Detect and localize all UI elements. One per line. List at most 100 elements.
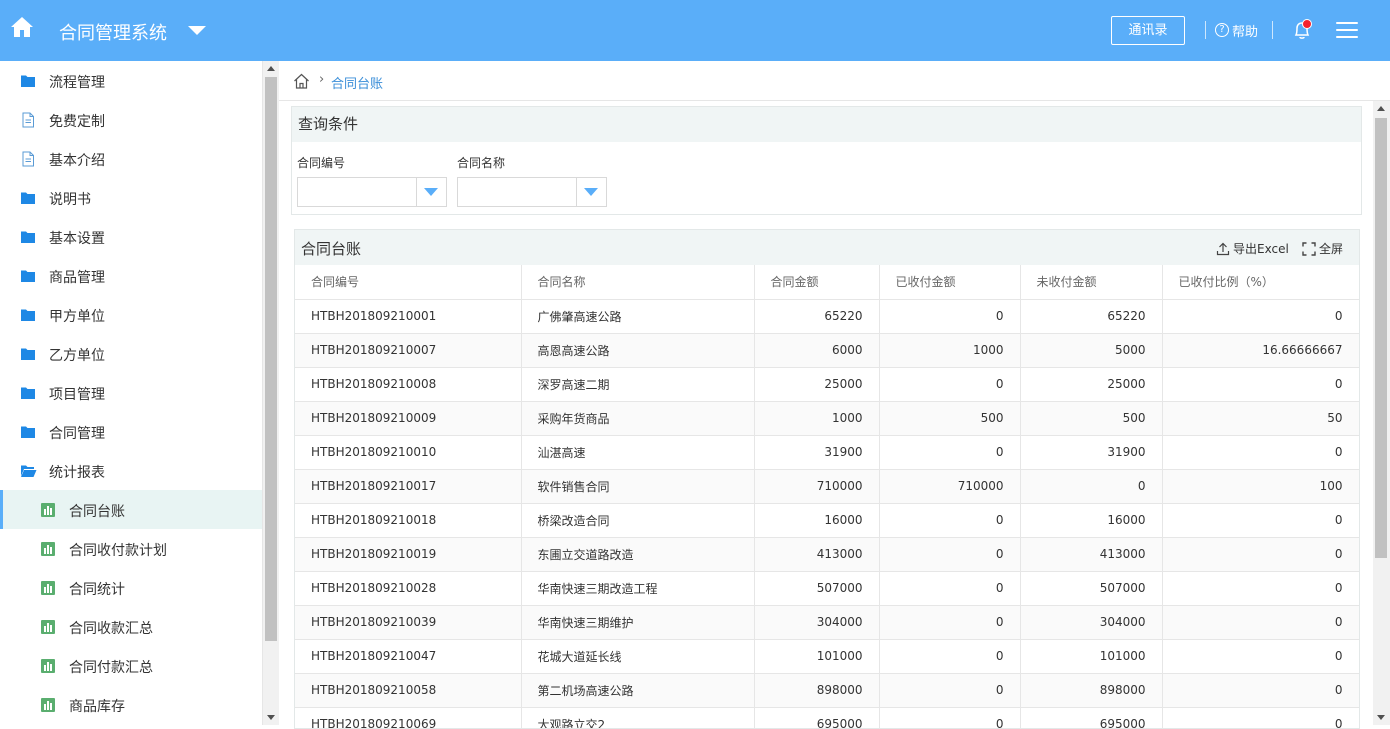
table-cell: 65220 xyxy=(754,299,880,334)
title-dropdown-icon[interactable] xyxy=(188,26,206,35)
table-cell: 0 xyxy=(879,299,1021,334)
scroll-up-icon[interactable] xyxy=(267,66,275,71)
table-cell: 101000 xyxy=(754,639,880,674)
sidebar-scrollbar[interactable] xyxy=(262,61,279,725)
column-header[interactable]: 合同金额 xyxy=(754,265,880,300)
breadcrumb-home-icon[interactable] xyxy=(293,73,310,89)
table-row[interactable]: HTBH201809210001 广佛肇高速公路 65220 0 65220 0 xyxy=(295,299,1359,334)
table-row[interactable]: HTBH201809210069 大观路立交2 695000 0 695000 0 xyxy=(295,707,1359,728)
table-row[interactable]: HTBH201809210039 华南快速三期维护 304000 0 304000 0 xyxy=(295,605,1359,640)
table-cell: 0 xyxy=(1162,571,1359,606)
table-cell: 桥梁改造合同 xyxy=(521,503,755,538)
table-row[interactable]: HTBH201809210008 深罗高速二期 25000 0 25000 0 xyxy=(295,367,1359,402)
table-row[interactable]: HTBH201809210058 第二机场高速公路 898000 0 898000 0 xyxy=(295,673,1359,708)
dropdown-arrow-icon[interactable] xyxy=(416,178,446,206)
table-cell: 0 xyxy=(879,503,1021,538)
table-cell: 0 xyxy=(1162,639,1359,674)
scroll-down-icon[interactable] xyxy=(267,715,275,720)
sidebar-item-label: 基本设置 xyxy=(49,231,105,247)
table-cell: 0 xyxy=(879,435,1021,470)
table-cell: 25000 xyxy=(754,367,880,402)
breadcrumb: › 合同台账 xyxy=(279,61,1390,101)
help-button[interactable]: ? 帮助 xyxy=(1215,21,1258,40)
sidebar-item-label: 合同统计 xyxy=(69,582,125,598)
query-panel-title: 查询条件 xyxy=(292,107,1361,142)
hamburger-menu-icon[interactable] xyxy=(1336,22,1358,40)
column-header[interactable]: 未收付金额 xyxy=(1020,265,1163,300)
sidebar-item[interactable]: 合同管理 xyxy=(0,412,262,451)
sidebar-item[interactable]: 合同收付款计划 xyxy=(0,529,262,568)
sidebar-item[interactable]: 基本设置 xyxy=(0,217,262,256)
fullscreen-button[interactable]: 全屏 xyxy=(1302,240,1343,257)
sidebar-item[interactable]: 商品管理 xyxy=(0,256,262,295)
sidebar-item[interactable]: 统计报表 xyxy=(0,451,262,490)
table-cell: 16000 xyxy=(1020,503,1163,538)
table-cell: 50 xyxy=(1162,401,1359,436)
table-cell: 0 xyxy=(1162,673,1359,708)
sidebar-item[interactable]: 流程管理 xyxy=(0,61,262,100)
fullscreen-icon xyxy=(1302,241,1316,256)
table-cell: HTBH201809210028 xyxy=(295,571,522,606)
contract-no-combo[interactable] xyxy=(297,177,447,207)
sidebar-item[interactable]: 合同付款汇总 xyxy=(0,646,262,685)
sidebar-item[interactable]: 甲方单位 xyxy=(0,295,262,334)
query-panel: 查询条件 合同编号 合同名称 xyxy=(291,106,1362,215)
export-excel-button[interactable]: 导出Excel xyxy=(1216,240,1289,257)
table-cell: 898000 xyxy=(1020,673,1163,708)
column-header[interactable]: 已收付金额 xyxy=(879,265,1021,300)
sidebar-item-label: 合同付款汇总 xyxy=(69,660,153,676)
breadcrumb-current[interactable]: 合同台账 xyxy=(331,73,383,92)
table-row[interactable]: HTBH201809210028 华南快速三期改造工程 507000 0 507000 0 xyxy=(295,571,1359,606)
folder-icon xyxy=(20,346,36,362)
sidebar-item[interactable]: 免费定制 xyxy=(0,100,262,139)
sidebar-item[interactable]: 合同统计 xyxy=(0,568,262,607)
table-cell: 软件销售合同 xyxy=(521,469,755,504)
table-cell: 0 xyxy=(879,537,1021,572)
sidebar-item-label: 合同收付款计划 xyxy=(69,543,167,559)
contract-name-combo[interactable] xyxy=(457,177,607,207)
column-header[interactable]: 已收付比例（%） xyxy=(1162,265,1359,300)
sidebar-item[interactable]: 说明书 xyxy=(0,178,262,217)
notification-bell-icon[interactable] xyxy=(1290,18,1314,42)
app-title[interactable]: 合同管理系统 xyxy=(59,19,167,45)
sidebar-item-label: 甲方单位 xyxy=(49,309,105,325)
table-cell: 0 xyxy=(879,639,1021,674)
sidebar-scroll-thumb[interactable] xyxy=(265,77,277,641)
table-cell: 25000 xyxy=(1020,367,1163,402)
scroll-down-icon[interactable] xyxy=(1377,715,1385,720)
table-cell: 710000 xyxy=(754,469,880,504)
table-cell: 16.66666667 xyxy=(1162,333,1359,368)
dropdown-arrow-icon[interactable] xyxy=(576,178,606,206)
table-row[interactable]: HTBH201809210009 采购年货商品 1000 500 500 50 xyxy=(295,401,1359,436)
table-cell: 大观路立交2 xyxy=(521,707,755,728)
sidebar-item[interactable]: 商品库存 xyxy=(0,685,262,724)
table-cell: 东圃立交道路改造 xyxy=(521,537,755,572)
sidebar-item[interactable]: 基本介绍 xyxy=(0,139,262,178)
column-header[interactable]: 合同编号 xyxy=(295,265,522,300)
home-icon[interactable] xyxy=(9,14,35,40)
table-cell: 第二机场高速公路 xyxy=(521,673,755,708)
table-cell: 0 xyxy=(879,605,1021,640)
table-cell: 65220 xyxy=(1020,299,1163,334)
main-content: › 合同台账 查询条件 合同编号 合同名称 合同台账 导出Excel 全屏 合同… xyxy=(279,61,1390,729)
table-row[interactable]: HTBH201809210007 高恩高速公路 6000 1000 5000 16.666… xyxy=(295,333,1359,368)
table-row[interactable]: HTBH201809210010 汕湛高速 31900 0 31900 0 xyxy=(295,435,1359,470)
main-scrollbar[interactable] xyxy=(1373,101,1390,725)
table-row[interactable]: HTBH201809210019 东圃立交道路改造 413000 0 413000 0 xyxy=(295,537,1359,572)
sidebar-item[interactable]: 乙方单位 xyxy=(0,334,262,373)
sidebar-item-label: 说明书 xyxy=(49,192,91,208)
ledger-panel-header: 合同台账 导出Excel 全屏 xyxy=(295,230,1359,265)
sidebar-item[interactable]: 项目管理 xyxy=(0,373,262,412)
main-scroll-thumb[interactable] xyxy=(1375,118,1387,558)
table-row[interactable]: HTBH201809210018 桥梁改造合同 16000 0 16000 0 xyxy=(295,503,1359,538)
table-cell: 31900 xyxy=(754,435,880,470)
folder-icon xyxy=(20,424,36,440)
contacts-button[interactable]: 通讯录 xyxy=(1111,16,1185,45)
table-row[interactable]: HTBH201809210047 花城大道延长线 101000 0 101000 0 xyxy=(295,639,1359,674)
folder-icon xyxy=(20,268,36,284)
scroll-up-icon[interactable] xyxy=(1377,106,1385,111)
sidebar-item[interactable]: 合同收款汇总 xyxy=(0,607,262,646)
sidebar-item[interactable]: 合同台账 xyxy=(0,490,262,529)
column-header[interactable]: 合同名称 xyxy=(521,265,755,300)
table-row[interactable]: HTBH201809210017 软件销售合同 710000 710000 0 100 xyxy=(295,469,1359,504)
